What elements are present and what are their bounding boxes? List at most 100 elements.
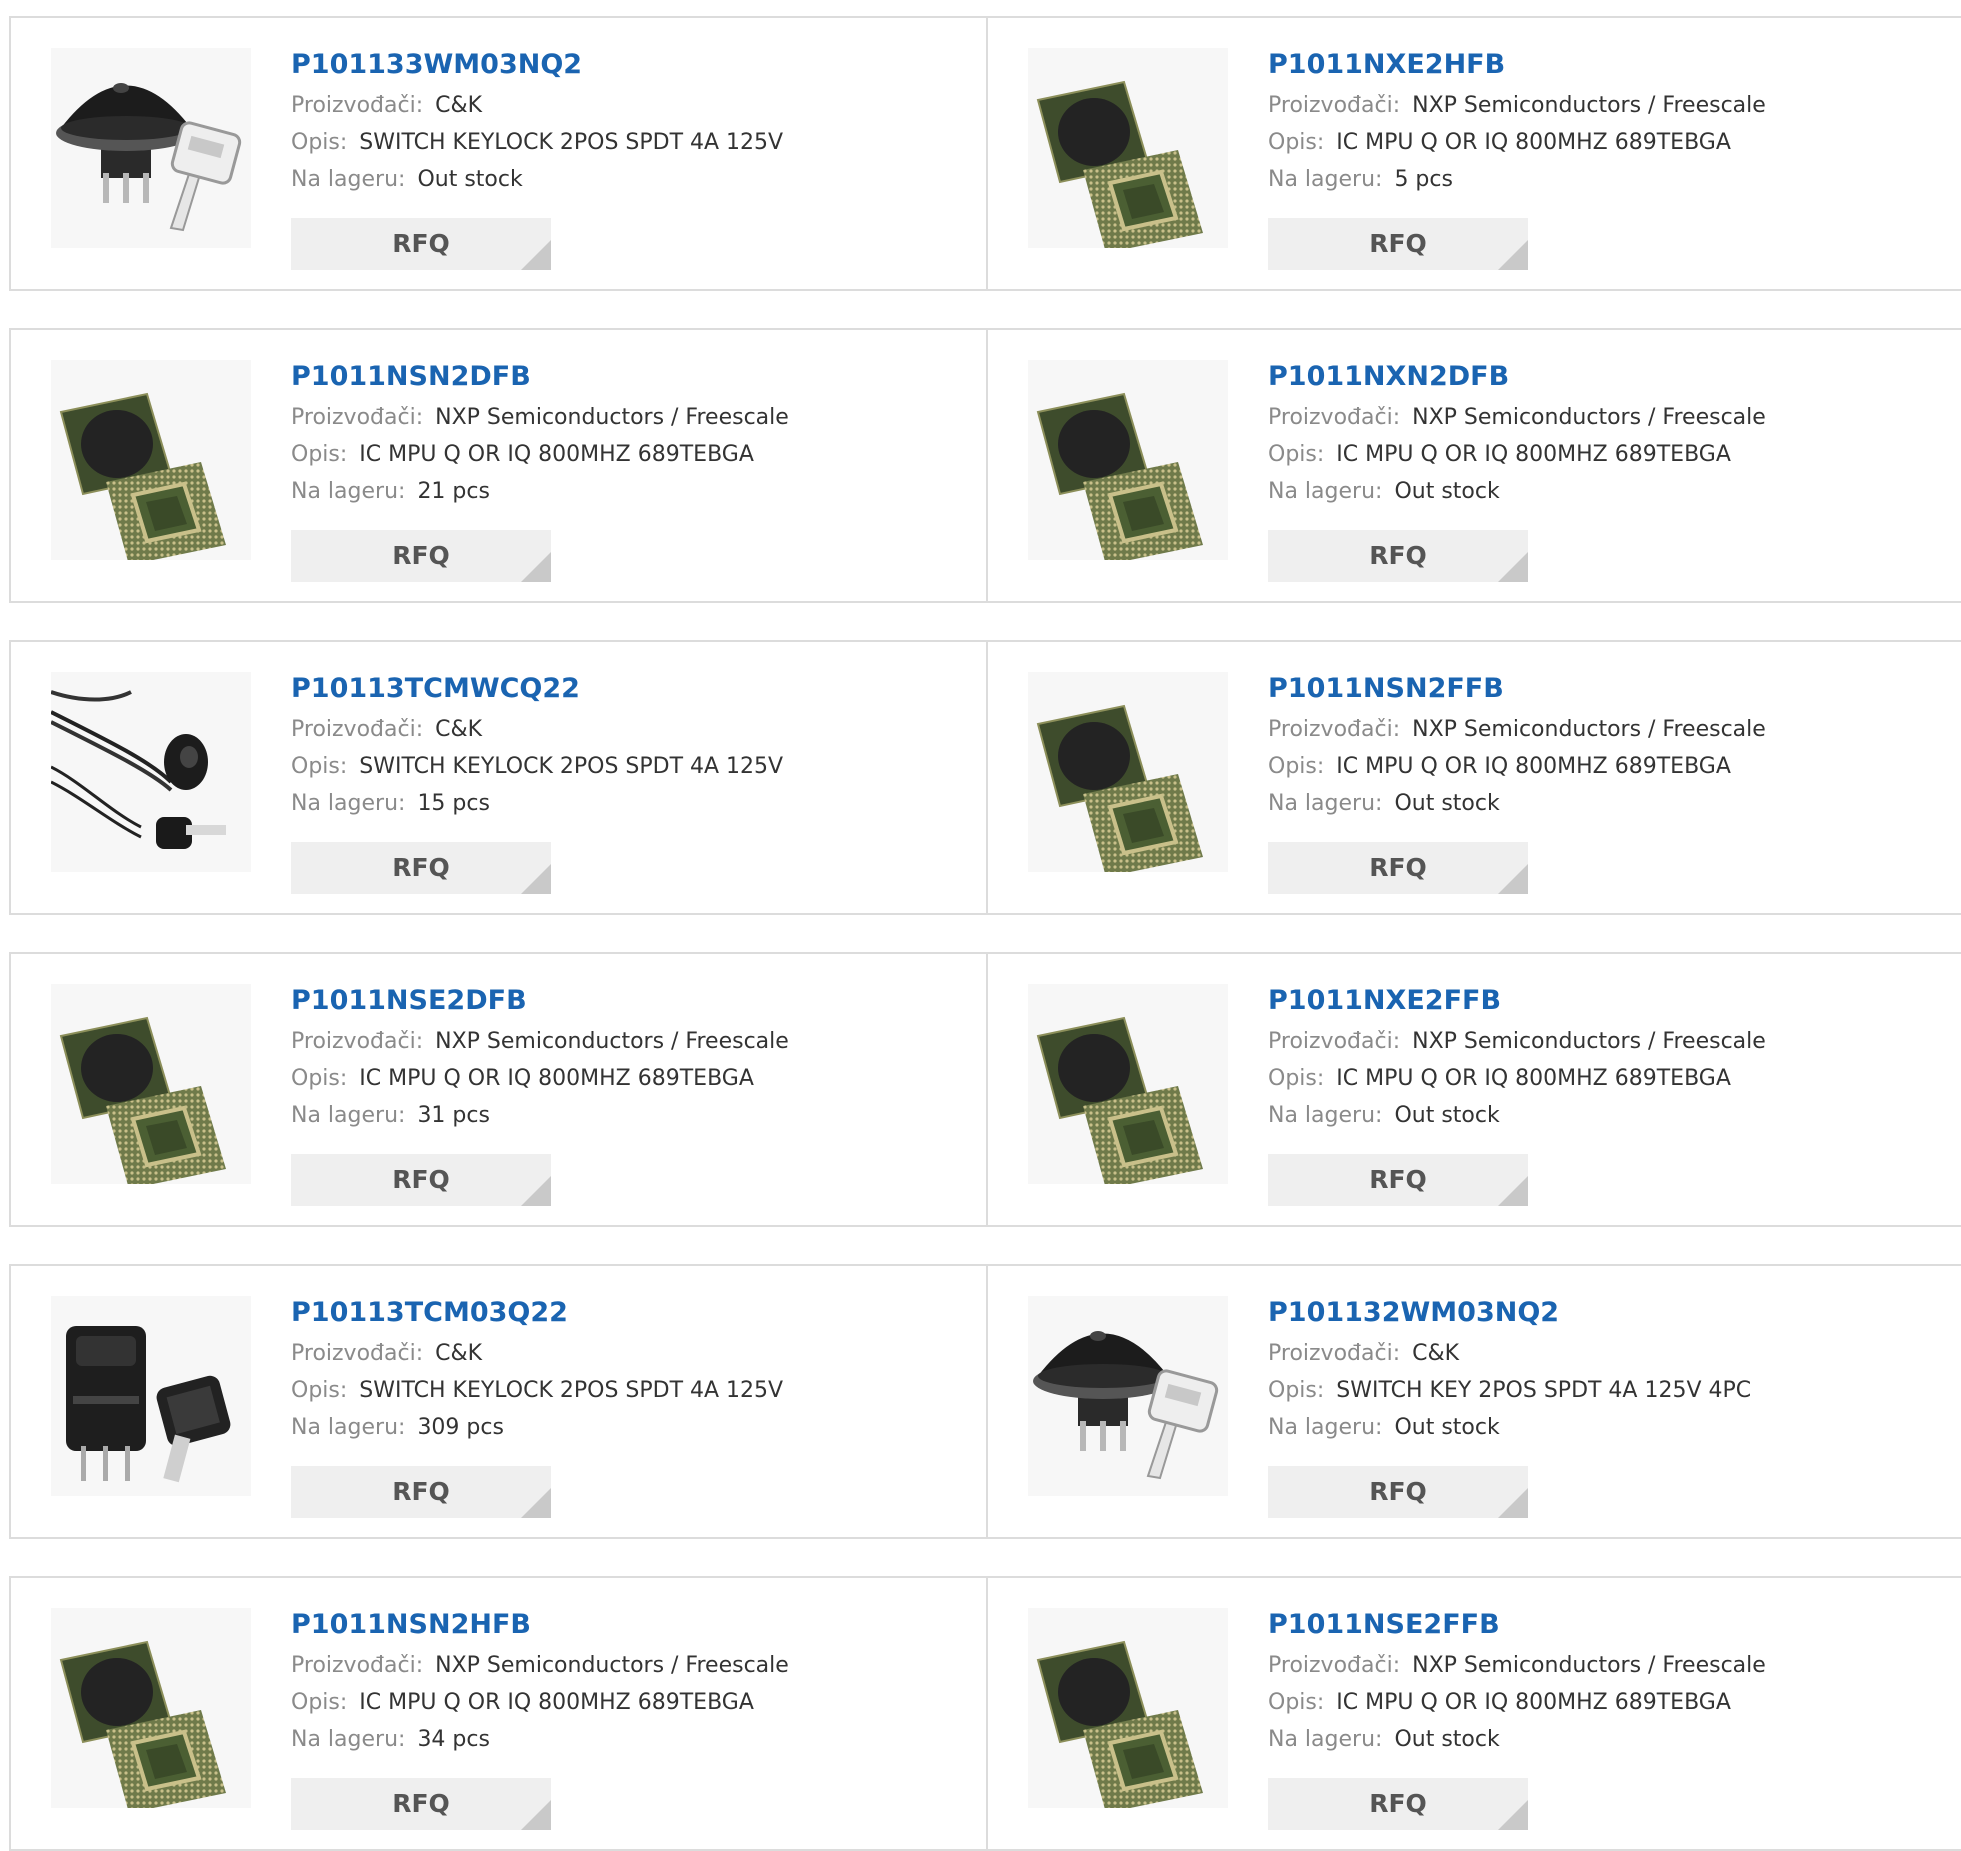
part-number-link[interactable]: P10113TCM03Q22 bbox=[291, 1296, 976, 1330]
rfq-button[interactable]: RFQ bbox=[1268, 1154, 1528, 1206]
product-card: P10113TCM03Q22 Proizvođači: C&K Opis: SWIT… bbox=[9, 1264, 987, 1539]
rfq-button[interactable]: RFQ bbox=[291, 1778, 551, 1830]
product-image[interactable] bbox=[51, 984, 251, 1184]
description-row: Opis: SWITCH KEYLOCK 2POS SPDT 4A 125V bbox=[291, 1372, 976, 1409]
product-grid: P101133WM03NQ2 Proizvođači: C&K Opis: SWIT… bbox=[9, 16, 1961, 1851]
product-image[interactable] bbox=[51, 360, 251, 560]
stock-label: Na lageru: bbox=[291, 1415, 406, 1440]
part-number-link[interactable]: P1011NXN2DFB bbox=[1268, 360, 1951, 394]
product-card: P1011NSE2DFB Proizvođači: NXP Semiconduct… bbox=[9, 952, 987, 1227]
product-card: P1011NSN2FFB Proizvođači: NXP Semiconduct… bbox=[987, 640, 1961, 915]
manufacturer-row: Proizvođači: NXP Semiconductors / Freesca… bbox=[1268, 1647, 1951, 1684]
rfq-label: RFQ bbox=[1369, 229, 1427, 258]
stock-label: Na lageru: bbox=[1268, 167, 1383, 192]
keylock-switch-icon bbox=[51, 690, 226, 849]
manufacturer-value: NXP Semiconductors / Freescale bbox=[1412, 1029, 1766, 1054]
description-label: Opis: bbox=[291, 442, 348, 467]
rfq-button[interactable]: RFQ bbox=[1268, 842, 1528, 894]
part-number-link[interactable]: P1011NXE2FFB bbox=[1268, 984, 1951, 1018]
product-image[interactable] bbox=[1028, 1608, 1228, 1808]
stock-value: Out stock bbox=[1394, 1103, 1500, 1128]
rfq-button[interactable]: RFQ bbox=[1268, 530, 1528, 582]
stock-row: Na lageru: Out stock bbox=[1268, 1097, 1951, 1134]
part-number-link[interactable]: P10113TCMWCQ22 bbox=[291, 672, 976, 706]
stock-value: 15 pcs bbox=[417, 791, 490, 816]
manufacturer-value: C&K bbox=[1412, 1341, 1460, 1366]
manufacturer-row: Proizvođači: NXP Semiconductors / Freesca… bbox=[1268, 711, 1951, 748]
corner-triangle-icon bbox=[521, 1800, 551, 1830]
manufacturer-row: Proizvođači: NXP Semiconductors / Freesca… bbox=[291, 1647, 976, 1684]
description-value: SWITCH KEYLOCK 2POS SPDT 4A 125V bbox=[359, 130, 784, 155]
product-info: P1011NXE2FFB Proizvođači: NXP Semiconduct… bbox=[1268, 984, 1951, 1134]
manufacturer-value: NXP Semiconductors / Freescale bbox=[435, 1653, 789, 1678]
description-label: Opis: bbox=[291, 1690, 348, 1715]
product-image[interactable] bbox=[51, 48, 251, 248]
keylock-switch-icon bbox=[66, 1326, 231, 1483]
part-number-link[interactable]: P1011NSN2HFB bbox=[291, 1608, 976, 1642]
description-row: Opis: SWITCH KEY 2POS SPDT 4A 125V 4PC bbox=[1268, 1372, 1951, 1409]
stock-value: Out stock bbox=[417, 167, 523, 192]
part-number-link[interactable]: P101132WM03NQ2 bbox=[1268, 1296, 1951, 1330]
corner-triangle-icon bbox=[1498, 864, 1528, 894]
part-number-link[interactable]: P1011NXE2HFB bbox=[1268, 48, 1951, 82]
corner-triangle-icon bbox=[1498, 1488, 1528, 1518]
manufacturer-label: Proizvođači: bbox=[291, 405, 424, 430]
description-row: Opis: IC MPU Q OR IQ 800MHZ 689TEBGA bbox=[1268, 1684, 1951, 1721]
description-row: Opis: SWITCH KEYLOCK 2POS SPDT 4A 125V bbox=[291, 124, 976, 161]
keylock-switch-icon bbox=[1033, 1331, 1219, 1480]
stock-row: Na lageru: Out stock bbox=[1268, 1409, 1951, 1446]
description-row: Opis: SWITCH KEYLOCK 2POS SPDT 4A 125V bbox=[291, 748, 976, 785]
part-number-link[interactable]: P1011NSN2FFB bbox=[1268, 672, 1951, 706]
part-number-link[interactable]: P1011NSE2DFB bbox=[291, 984, 976, 1018]
description-row: Opis: IC MPU Q OR IQ 800MHZ 689TEBGA bbox=[1268, 124, 1951, 161]
stock-value: Out stock bbox=[1394, 1727, 1500, 1752]
description-label: Opis: bbox=[1268, 1690, 1325, 1715]
rfq-button[interactable]: RFQ bbox=[1268, 1466, 1528, 1518]
corner-triangle-icon bbox=[521, 1176, 551, 1206]
stock-label: Na lageru: bbox=[291, 479, 406, 504]
product-info: P1011NSN2DFB Proizvođači: NXP Semiconduct… bbox=[291, 360, 976, 510]
manufacturer-value: NXP Semiconductors / Freescale bbox=[1412, 405, 1766, 430]
part-number-link[interactable]: P1011NSE2FFB bbox=[1268, 1608, 1951, 1642]
product-image[interactable] bbox=[51, 1296, 251, 1496]
stock-row: Na lageru: Out stock bbox=[291, 161, 976, 198]
stock-label: Na lageru: bbox=[291, 1727, 406, 1752]
manufacturer-value: NXP Semiconductors / Freescale bbox=[435, 405, 789, 430]
rfq-button[interactable]: RFQ bbox=[291, 218, 551, 270]
description-row: Opis: IC MPU Q OR IQ 800MHZ 689TEBGA bbox=[291, 436, 976, 473]
product-image[interactable] bbox=[1028, 984, 1228, 1184]
product-image[interactable] bbox=[1028, 48, 1228, 248]
manufacturer-value: C&K bbox=[435, 1341, 483, 1366]
stock-row: Na lageru: 5 pcs bbox=[1268, 161, 1951, 198]
bga-chip-icon bbox=[59, 1016, 226, 1184]
rfq-button[interactable]: RFQ bbox=[291, 530, 551, 582]
stock-label: Na lageru: bbox=[1268, 1727, 1383, 1752]
manufacturer-value: C&K bbox=[435, 93, 483, 118]
description-value: SWITCH KEY 2POS SPDT 4A 125V 4PC bbox=[1336, 1378, 1752, 1403]
stock-label: Na lageru: bbox=[291, 167, 406, 192]
product-card: P1011NSN2HFB Proizvođači: NXP Semiconduct… bbox=[9, 1576, 987, 1851]
description-label: Opis: bbox=[291, 1066, 348, 1091]
manufacturer-row: Proizvođači: NXP Semiconductors / Freesca… bbox=[1268, 399, 1951, 436]
description-row: Opis: IC MPU Q OR IQ 800MHZ 689TEBGA bbox=[1268, 1060, 1951, 1097]
product-image[interactable] bbox=[1028, 1296, 1228, 1496]
part-number-link[interactable]: P101133WM03NQ2 bbox=[291, 48, 976, 82]
stock-value: 34 pcs bbox=[417, 1727, 490, 1752]
product-image[interactable] bbox=[1028, 360, 1228, 560]
stock-row: Na lageru: Out stock bbox=[1268, 785, 1951, 822]
description-row: Opis: IC MPU Q OR IQ 800MHZ 689TEBGA bbox=[1268, 436, 1951, 473]
rfq-button[interactable]: RFQ bbox=[1268, 218, 1528, 270]
description-label: Opis: bbox=[1268, 442, 1325, 467]
product-image[interactable] bbox=[51, 672, 251, 872]
rfq-button[interactable]: RFQ bbox=[291, 1154, 551, 1206]
manufacturer-value: NXP Semiconductors / Freescale bbox=[1412, 1653, 1766, 1678]
rfq-button[interactable]: RFQ bbox=[291, 1466, 551, 1518]
rfq-button[interactable]: RFQ bbox=[291, 842, 551, 894]
stock-row: Na lageru: 21 pcs bbox=[291, 473, 976, 510]
product-info: P101132WM03NQ2 Proizvođači: C&K Opis: SWIT… bbox=[1268, 1296, 1951, 1446]
manufacturer-row: Proizvođači: C&K bbox=[291, 711, 976, 748]
product-image[interactable] bbox=[51, 1608, 251, 1808]
product-image[interactable] bbox=[1028, 672, 1228, 872]
rfq-button[interactable]: RFQ bbox=[1268, 1778, 1528, 1830]
part-number-link[interactable]: P1011NSN2DFB bbox=[291, 360, 976, 394]
